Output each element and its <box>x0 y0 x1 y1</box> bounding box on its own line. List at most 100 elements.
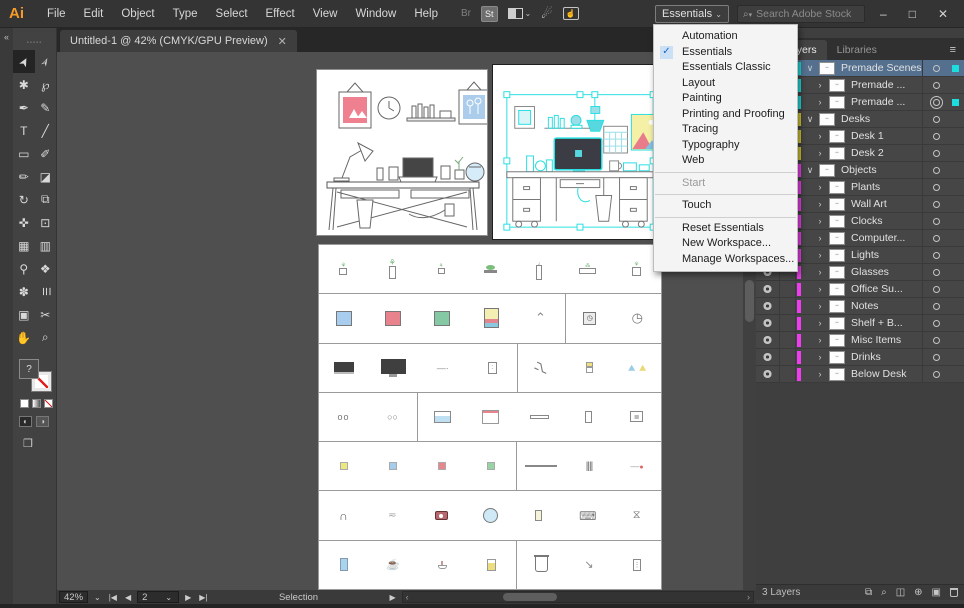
selection-tool[interactable]: ➤ <box>13 50 35 73</box>
artboard-objects-sheet[interactable]: ⚘ ⚘ ⚘ ⁁ ⁂ ⚘ ⌃ ◷ ◷ —·: ⌥ oo ○○ ≣ |||| —●… <box>318 244 662 590</box>
layer-thumbnail[interactable]: ▪▪ <box>829 146 845 160</box>
target-column[interactable] <box>922 213 950 229</box>
blend-tool[interactable]: ❖ <box>35 257 57 280</box>
line-segment-tool[interactable]: ╱ <box>35 119 57 142</box>
rectangle-tool[interactable]: ▭ <box>13 142 35 165</box>
last-artboard-button[interactable]: ▶| <box>197 593 209 602</box>
free-transform-tool[interactable]: ⊡ <box>35 211 57 234</box>
layer-row-misc-items[interactable]: › ▪▪ Misc Items <box>756 332 964 349</box>
toolbar-grip[interactable]: ▪▪▪▪▪ <box>13 40 56 46</box>
color-button[interactable] <box>20 399 29 408</box>
layer-label[interactable]: Notes <box>851 300 922 312</box>
slice-tool[interactable]: ✂ <box>35 303 57 326</box>
layer-thumbnail[interactable]: ▪▪ <box>829 265 845 279</box>
stock-button[interactable]: St <box>481 5 498 22</box>
menu-view[interactable]: View <box>304 0 347 28</box>
layer-label[interactable]: Objects <box>841 164 922 176</box>
zoom-dropdown-icon[interactable]: ⌄ <box>92 593 103 602</box>
menu-item-layout[interactable]: Layout <box>654 76 797 92</box>
visibility-toggle[interactable] <box>756 332 780 348</box>
selected-art-indicator[interactable] <box>952 64 959 72</box>
new-sublayer-button[interactable]: ⊕ <box>914 587 922 598</box>
eyedropper-tool[interactable]: ⚲ <box>13 257 35 280</box>
lock-column[interactable] <box>780 332 796 348</box>
chevron-right-icon[interactable]: › <box>811 199 829 209</box>
layer-label[interactable]: Computer... <box>851 232 922 244</box>
panel-collapse-strip[interactable]: « <box>0 28 13 604</box>
menu-item-manage-workspaces[interactable]: Manage Workspaces... <box>654 252 797 268</box>
target-column[interactable] <box>922 94 950 110</box>
menu-window[interactable]: Window <box>346 0 405 28</box>
new-layer-button[interactable]: ▣ <box>932 587 941 598</box>
type-tool[interactable]: T <box>13 119 35 142</box>
chevron-right-icon[interactable]: › <box>811 80 829 90</box>
visibility-toggle[interactable] <box>756 298 780 314</box>
scroll-left-icon[interactable]: ‹ <box>406 592 409 602</box>
menu-item-printing-proofing[interactable]: Printing and Proofing <box>654 107 797 123</box>
fill-swatch[interactable]: ? <box>19 359 39 379</box>
menu-item-typography[interactable]: Typography <box>654 138 797 154</box>
next-artboard-button[interactable]: ▶ <box>183 593 193 602</box>
workspace-switcher-button[interactable]: Essentials ⌄ <box>655 5 729 23</box>
clipping-mask-button[interactable]: ◫ <box>896 587 905 598</box>
chevron-right-icon[interactable]: › <box>811 335 829 345</box>
menu-effect[interactable]: Effect <box>257 0 304 28</box>
visibility-toggle[interactable] <box>756 349 780 365</box>
layer-thumbnail[interactable]: ▪▪ <box>829 214 845 228</box>
artboard-premade-scene-2[interactable] <box>492 64 668 240</box>
layer-label[interactable]: Premade ... <box>851 96 922 108</box>
chevron-right-icon[interactable]: › <box>811 148 829 158</box>
layer-label[interactable]: Lights <box>851 249 922 261</box>
layer-row-shelf-books[interactable]: › ▪▪ Shelf + B... <box>756 315 964 332</box>
menu-object[interactable]: Object <box>112 0 163 28</box>
maximize-button[interactable]: □ <box>909 7 916 21</box>
chevron-right-icon[interactable]: › <box>811 250 829 260</box>
curvature-tool[interactable]: ✎ <box>35 96 57 119</box>
target-column[interactable] <box>922 315 950 331</box>
locate-object-button[interactable]: ⌕ <box>881 587 887 598</box>
gradient-tool[interactable]: ▥ <box>35 234 57 257</box>
vertical-scrollbar-thumb[interactable] <box>745 280 754 322</box>
target-column[interactable] <box>922 162 950 178</box>
layer-thumbnail[interactable]: ▪▪ <box>829 231 845 245</box>
layer-row-below-desk[interactable]: › ▪▪ Below Desk <box>756 366 964 383</box>
chevron-down-icon[interactable]: ∨ <box>801 63 819 74</box>
draw-normal-button[interactable]: ◐ <box>19 416 32 427</box>
visibility-toggle[interactable] <box>756 281 780 297</box>
layer-label[interactable]: Desk 1 <box>851 130 922 142</box>
layer-label[interactable]: Plants <box>851 181 922 193</box>
target-column[interactable] <box>922 332 950 348</box>
layer-label[interactable]: Drinks <box>851 351 922 363</box>
menu-item-tracing[interactable]: Tracing <box>654 122 797 138</box>
graph-tool[interactable]: ☰ <box>35 280 57 303</box>
lock-column[interactable] <box>780 349 796 365</box>
layer-label[interactable]: Wall Art <box>851 198 922 210</box>
first-artboard-button[interactable]: |◀ <box>107 593 119 602</box>
layer-thumbnail[interactable]: ▪▪ <box>819 163 835 177</box>
visibility-toggle[interactable] <box>756 366 780 382</box>
chevron-right-icon[interactable]: › <box>811 284 829 294</box>
layer-label[interactable]: Clocks <box>851 215 922 227</box>
scale-tool[interactable]: ⧉ <box>35 188 57 211</box>
target-column[interactable] <box>922 128 950 144</box>
layer-thumbnail[interactable]: ▪▪ <box>819 112 835 126</box>
layer-label[interactable]: Desk 2 <box>851 147 922 159</box>
chevron-right-icon[interactable]: › <box>811 216 829 226</box>
layer-label[interactable]: Desks <box>841 113 922 125</box>
collect-for-export-button[interactable]: ⧉ <box>865 587 872 598</box>
tab-libraries[interactable]: Libraries <box>827 40 887 60</box>
zoom-tool[interactable]: ⌕ <box>35 326 57 349</box>
previous-artboard-button[interactable]: ◀ <box>123 593 133 602</box>
menu-edit[interactable]: Edit <box>75 0 113 28</box>
direct-selection-tool[interactable]: ➢ <box>35 50 57 73</box>
artboard-tool[interactable]: ▣ <box>13 303 35 326</box>
artboard-navigation-select[interactable]: 2 ⌄ <box>137 591 180 603</box>
layer-label[interactable]: Shelf + B... <box>851 317 922 329</box>
target-column[interactable] <box>922 366 950 382</box>
chevron-right-icon[interactable]: › <box>811 233 829 243</box>
layer-thumbnail[interactable]: ▪▪ <box>829 197 845 211</box>
menu-item-essentials-classic[interactable]: Essentials Classic <box>654 60 797 76</box>
horizontal-scrollbar-thumb[interactable] <box>502 593 557 601</box>
layer-thumbnail[interactable]: ▪▪ <box>829 333 845 347</box>
layer-label[interactable]: Misc Items <box>851 334 922 346</box>
